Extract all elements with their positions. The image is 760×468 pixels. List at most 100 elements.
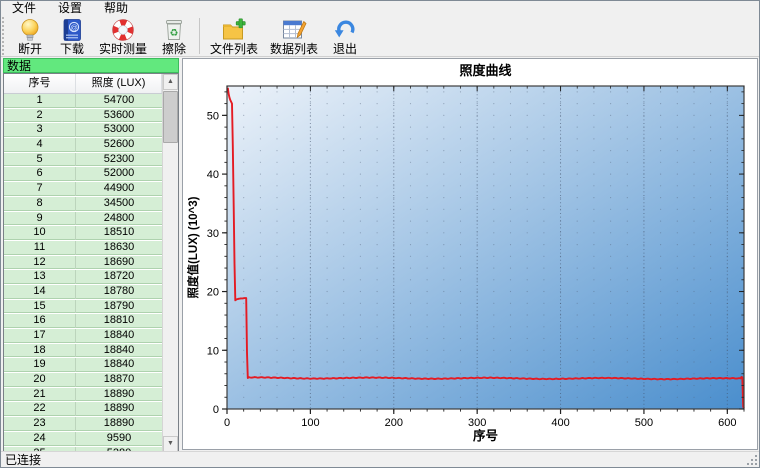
toolbar-button-0[interactable]: 断开 bbox=[9, 16, 51, 56]
toolbar: 断开 @ 下载 实时测量 ♻ 擦除 文件列表 数据列表 退出 bbox=[1, 16, 759, 57]
table-row[interactable]: 17 18840 bbox=[4, 329, 162, 344]
table-row[interactable]: 1 54700 bbox=[4, 94, 162, 109]
table-row[interactable]: 4 52600 bbox=[4, 138, 162, 153]
row-index-cell: 24 bbox=[4, 431, 76, 446]
row-index-cell: 14 bbox=[4, 284, 76, 299]
table-row[interactable]: 16 18810 bbox=[4, 314, 162, 329]
scroll-up-icon[interactable]: ▲ bbox=[163, 74, 178, 90]
table-row[interactable]: 9 24800 bbox=[4, 211, 162, 227]
svg-text:30: 30 bbox=[207, 228, 219, 240]
table-row[interactable]: 7 44900 bbox=[4, 182, 162, 197]
table-row[interactable]: 15 18790 bbox=[4, 299, 162, 315]
connection-status: 已连接 bbox=[5, 453, 42, 467]
toolbar-button-label: 文件列表 bbox=[210, 42, 259, 56]
column-header-index[interactable]: 序号 bbox=[4, 74, 76, 93]
row-lux-cell: 18890 bbox=[103, 387, 135, 400]
table-row[interactable]: 11 18630 bbox=[4, 240, 162, 256]
row-index-cell: 22 bbox=[4, 402, 76, 417]
lifebuoy-icon bbox=[110, 17, 136, 43]
row-lux-cell: 18780 bbox=[103, 284, 135, 297]
row-lux-cell: 54700 bbox=[103, 94, 135, 106]
svg-text:300: 300 bbox=[468, 417, 486, 429]
row-lux-cell: 18890 bbox=[103, 402, 135, 415]
table-row[interactable]: 20 18870 bbox=[4, 373, 162, 388]
row-lux-cell: 53600 bbox=[103, 108, 135, 121]
toolbar-button-label: 数据列表 bbox=[270, 42, 319, 56]
scrollbar-thumb[interactable] bbox=[163, 91, 178, 143]
row-index-cell: 3 bbox=[4, 123, 76, 138]
table-scrollbar[interactable]: ▲ ▼ bbox=[162, 74, 178, 452]
toolbar-button-4[interactable]: 文件列表 bbox=[204, 16, 264, 56]
table-row[interactable]: 12 18690 bbox=[4, 255, 162, 271]
row-lux-cell: 18840 bbox=[103, 329, 135, 341]
row-index-cell: 8 bbox=[4, 196, 76, 211]
menu-item-1[interactable]: 设置 bbox=[47, 1, 93, 16]
toolbar-buttons: 断开 @ 下载 实时测量 ♻ 擦除 文件列表 数据列表 退出 bbox=[9, 16, 366, 56]
toolbar-button-2[interactable]: 实时测量 bbox=[93, 16, 153, 56]
chart-svg: 010203040500 100 200 300 400 500 600照度曲线序号照度值(… bbox=[186, 63, 745, 443]
row-index-cell: 17 bbox=[4, 329, 76, 343]
row-lux-cell: 53000 bbox=[103, 123, 135, 136]
exit-arrow-icon bbox=[332, 17, 358, 43]
row-lux-cell: 18720 bbox=[103, 270, 135, 283]
toolbar-grip[interactable] bbox=[2, 17, 7, 55]
row-lux-cell: 18510 bbox=[103, 226, 135, 239]
svg-text:0: 0 bbox=[224, 417, 230, 429]
row-index-cell: 5 bbox=[4, 152, 76, 167]
column-header-lux[interactable]: 照度 (LUX) bbox=[76, 74, 162, 93]
table-row[interactable]: 6 52000 bbox=[4, 167, 162, 183]
table-row[interactable]: 14 18780 bbox=[4, 284, 162, 300]
table-row[interactable]: 21 18890 bbox=[4, 387, 162, 403]
svg-text:500: 500 bbox=[635, 417, 653, 429]
svg-text:@: @ bbox=[70, 23, 78, 32]
toolbar-button-3[interactable]: ♻ 擦除 bbox=[153, 16, 195, 56]
data-panel: 数据 序号 照度 (LUX) 1 54700 2 53600 3 53000 4 52600 5… bbox=[3, 58, 179, 453]
table-row[interactable]: 22 18890 bbox=[4, 402, 162, 418]
toolbar-button-label: 实时测量 bbox=[99, 42, 148, 56]
folder-plus-icon bbox=[221, 17, 247, 43]
toolbar-button-1[interactable]: @ 下载 bbox=[51, 16, 93, 56]
row-index-cell: 20 bbox=[4, 373, 76, 387]
row-lux-cell: 18810 bbox=[103, 314, 135, 327]
row-index-cell: 16 bbox=[4, 314, 76, 328]
table-row[interactable]: 5 52300 bbox=[4, 152, 162, 168]
svg-text:10: 10 bbox=[207, 345, 219, 357]
table-row[interactable]: 24 9590 bbox=[4, 431, 162, 447]
menu-bar: 文件 设置 帮助 bbox=[1, 1, 759, 16]
scroll-down-icon[interactable]: ▼ bbox=[163, 436, 178, 452]
chart-ylabel: 照度值(LUX) (10^3) bbox=[186, 196, 200, 298]
resize-grip-icon[interactable] bbox=[746, 454, 758, 466]
menu-item-2[interactable]: 帮助 bbox=[93, 1, 139, 16]
toolbar-separator bbox=[199, 18, 201, 54]
toolbar-button-label: 退出 bbox=[333, 42, 358, 56]
svg-text:100: 100 bbox=[301, 417, 319, 429]
table-row[interactable]: 19 18840 bbox=[4, 358, 162, 374]
table-row[interactable]: 13 18720 bbox=[4, 270, 162, 285]
row-lux-cell: 52300 bbox=[103, 152, 135, 165]
status-bar: 已连接 bbox=[1, 451, 759, 467]
row-lux-cell: 9590 bbox=[106, 431, 132, 444]
chart-title: 照度曲线 bbox=[459, 63, 511, 78]
table-row[interactable]: 8 34500 bbox=[4, 196, 162, 212]
row-index-cell: 23 bbox=[4, 417, 76, 431]
row-index-cell: 21 bbox=[4, 387, 76, 402]
menu-item-0[interactable]: 文件 bbox=[1, 1, 47, 16]
row-index-cell: 15 bbox=[4, 299, 76, 314]
chart-xlabel: 序号 bbox=[473, 428, 498, 443]
data-table-icon bbox=[281, 17, 307, 43]
table-row[interactable]: 23 18890 bbox=[4, 417, 162, 432]
row-index-cell: 10 bbox=[4, 226, 76, 240]
table-row[interactable]: 2 53600 bbox=[4, 108, 162, 124]
row-lux-cell: 18690 bbox=[103, 255, 135, 268]
table-rows: 1 54700 2 53600 3 53000 4 52600 5 52300 6 52000 7 449… bbox=[4, 94, 162, 452]
row-index-cell: 2 bbox=[4, 108, 76, 123]
table-row[interactable]: 18 18840 bbox=[4, 343, 162, 359]
table-row[interactable]: 10 18510 bbox=[4, 226, 162, 241]
book-icon: @ bbox=[59, 17, 85, 43]
row-lux-cell: 24800 bbox=[103, 211, 135, 224]
table-row[interactable]: 3 53000 bbox=[4, 123, 162, 139]
toolbar-button-6[interactable]: 退出 bbox=[324, 16, 366, 56]
row-lux-cell: 18790 bbox=[103, 299, 135, 312]
toolbar-button-5[interactable]: 数据列表 bbox=[264, 16, 324, 56]
data-panel-title: 数据 bbox=[3, 58, 179, 73]
